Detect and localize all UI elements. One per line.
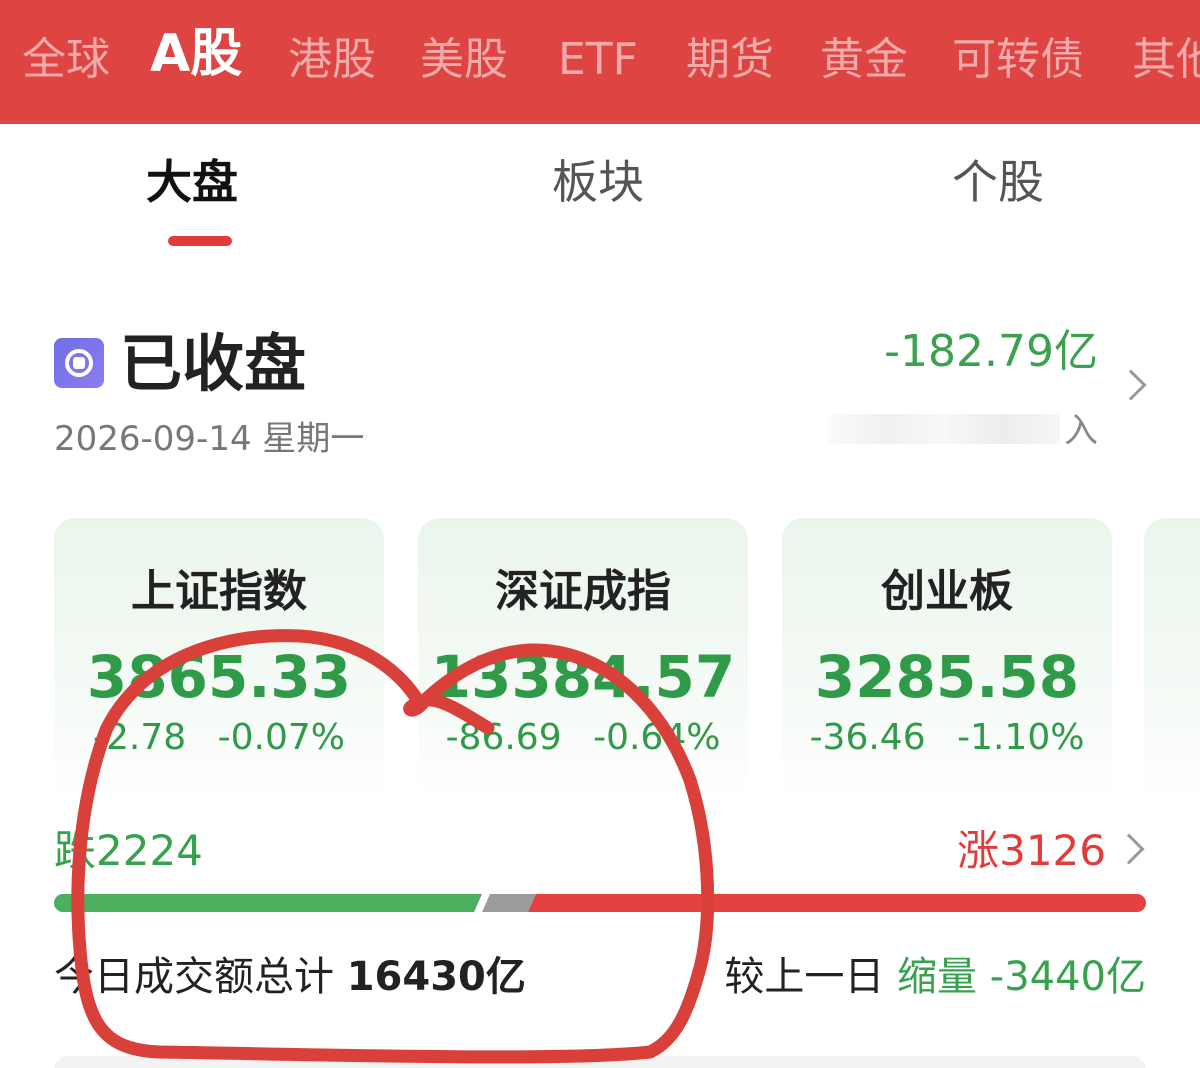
decline-segment: [54, 894, 482, 912]
flat-segment: [482, 894, 536, 912]
index-name: 上证指数: [131, 566, 307, 617]
turnover-compare: 较上一日 缩量 -3440亿: [724, 948, 1146, 1006]
turnover-total: 今日成交额总计 16430亿: [54, 948, 526, 1006]
blurred-label: [828, 414, 1060, 444]
advancers-count: 涨3126: [957, 826, 1106, 875]
tab-us-stocks[interactable]: 美股: [420, 30, 508, 90]
chevron-right-icon: [1113, 833, 1145, 865]
advance-segment: [528, 894, 1146, 912]
index-value: 3865.33: [86, 643, 352, 711]
tab-hk-stocks[interactable]: 港股: [288, 30, 376, 90]
fund-flow-label: 入: [1064, 411, 1098, 451]
tab-other[interactable]: 其他: [1132, 30, 1200, 90]
index-change: -36.46 -1.10%: [809, 717, 1085, 758]
tab-global[interactable]: 全球: [22, 30, 110, 90]
tab-a-shares[interactable]: A股: [150, 24, 242, 84]
tab-convertible-bonds[interactable]: 可转债: [952, 30, 1084, 90]
tab-individual-stocks[interactable]: 个股: [952, 150, 1044, 214]
tab-futures[interactable]: 期货: [686, 30, 774, 90]
market-date: 2026-09-14 星期一: [54, 419, 365, 459]
index-value: 13384.57: [430, 643, 736, 711]
market-status-title: 已收盘: [120, 327, 307, 400]
index-name: 深证成指: [495, 566, 671, 617]
market-closed-icon: [54, 338, 104, 388]
index-card-partial[interactable]: [1144, 518, 1200, 802]
active-tab-indicator: [168, 236, 232, 246]
turnover-value: 16430亿: [346, 954, 526, 1000]
tab-gold[interactable]: 黄金: [820, 30, 908, 90]
tab-etf[interactable]: ETF: [558, 30, 638, 90]
compare-value: -3440亿: [989, 954, 1146, 1000]
breadth-bar: [54, 894, 1146, 912]
index-card-shanghai[interactable]: 上证指数 3865.33 -2.78 -0.07%: [54, 518, 384, 802]
index-name: 创业板: [881, 566, 1013, 617]
market-tab-bar: 全球 A股 港股 美股 ETF 期货 黄金 可转债 其他: [0, 0, 1200, 124]
index-change: -2.78 -0.07%: [93, 717, 345, 758]
index-card-shenzhen[interactable]: 深证成指 13384.57 -86.69 -0.64%: [418, 518, 748, 802]
index-card-chinext[interactable]: 创业板 3285.58 -36.46 -1.10%: [782, 518, 1112, 802]
index-value: 3285.58: [814, 643, 1080, 711]
turnover-label: 今日成交额总计: [54, 954, 334, 1000]
compare-label: 较上一日: [724, 954, 885, 1000]
index-change: -86.69 -0.64%: [445, 717, 721, 758]
tab-market-overview[interactable]: 大盘: [146, 150, 238, 214]
next-section-card: [54, 1056, 1146, 1068]
tab-sectors[interactable]: 板块: [552, 150, 644, 214]
compare-type: 缩量: [897, 954, 978, 1000]
decliners-count: 跌2224: [54, 826, 203, 875]
chevron-right-icon: [1115, 369, 1147, 401]
fund-flow-value: -182.79亿: [884, 326, 1098, 377]
